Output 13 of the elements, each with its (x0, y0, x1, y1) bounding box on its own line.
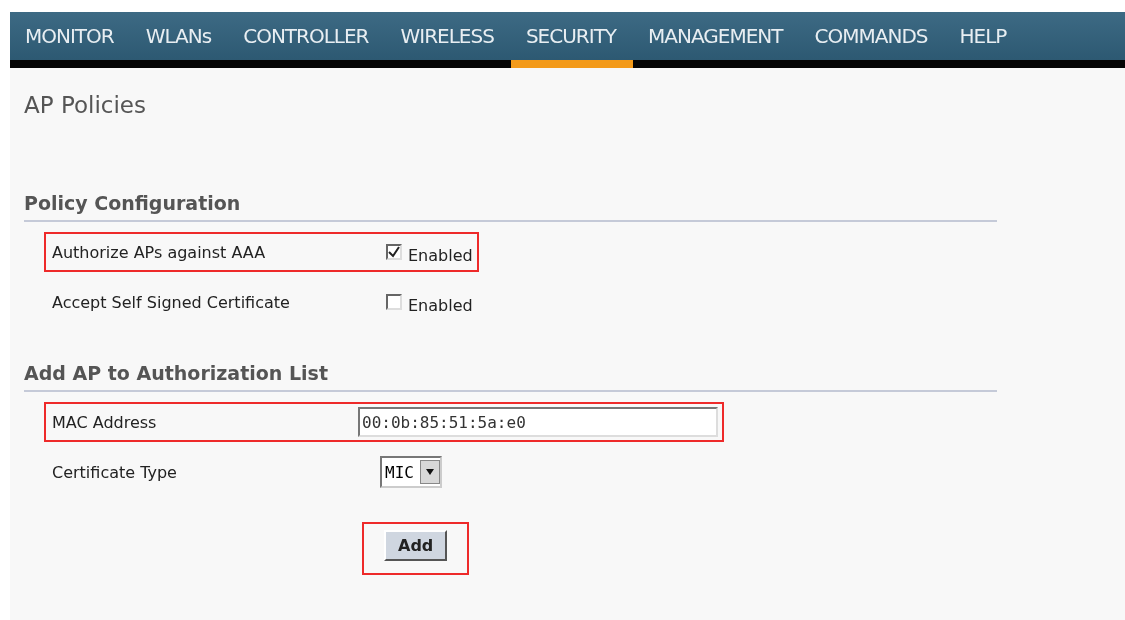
checkbox[interactable] (386, 294, 402, 310)
checkbox[interactable] (386, 244, 402, 260)
certificate-type-dropdown[interactable]: MIC (380, 456, 442, 488)
page-title: AP Policies (24, 92, 147, 120)
field-label: Accept Self Signed Certificate (52, 292, 291, 312)
option-label: Enabled (408, 295, 473, 315)
section-title: Policy Configuration (24, 192, 997, 222)
field-label: Authorize APs against AAA (52, 242, 267, 262)
option-label: Enabled (408, 245, 473, 265)
field-label: Certificate Type (52, 462, 178, 482)
add-button[interactable]: Add (384, 530, 448, 561)
mac-address-field[interactable]: 00:0b:85:51:5a:e0 (358, 407, 718, 437)
section-title: Add AP to Authorization List (24, 362, 997, 392)
